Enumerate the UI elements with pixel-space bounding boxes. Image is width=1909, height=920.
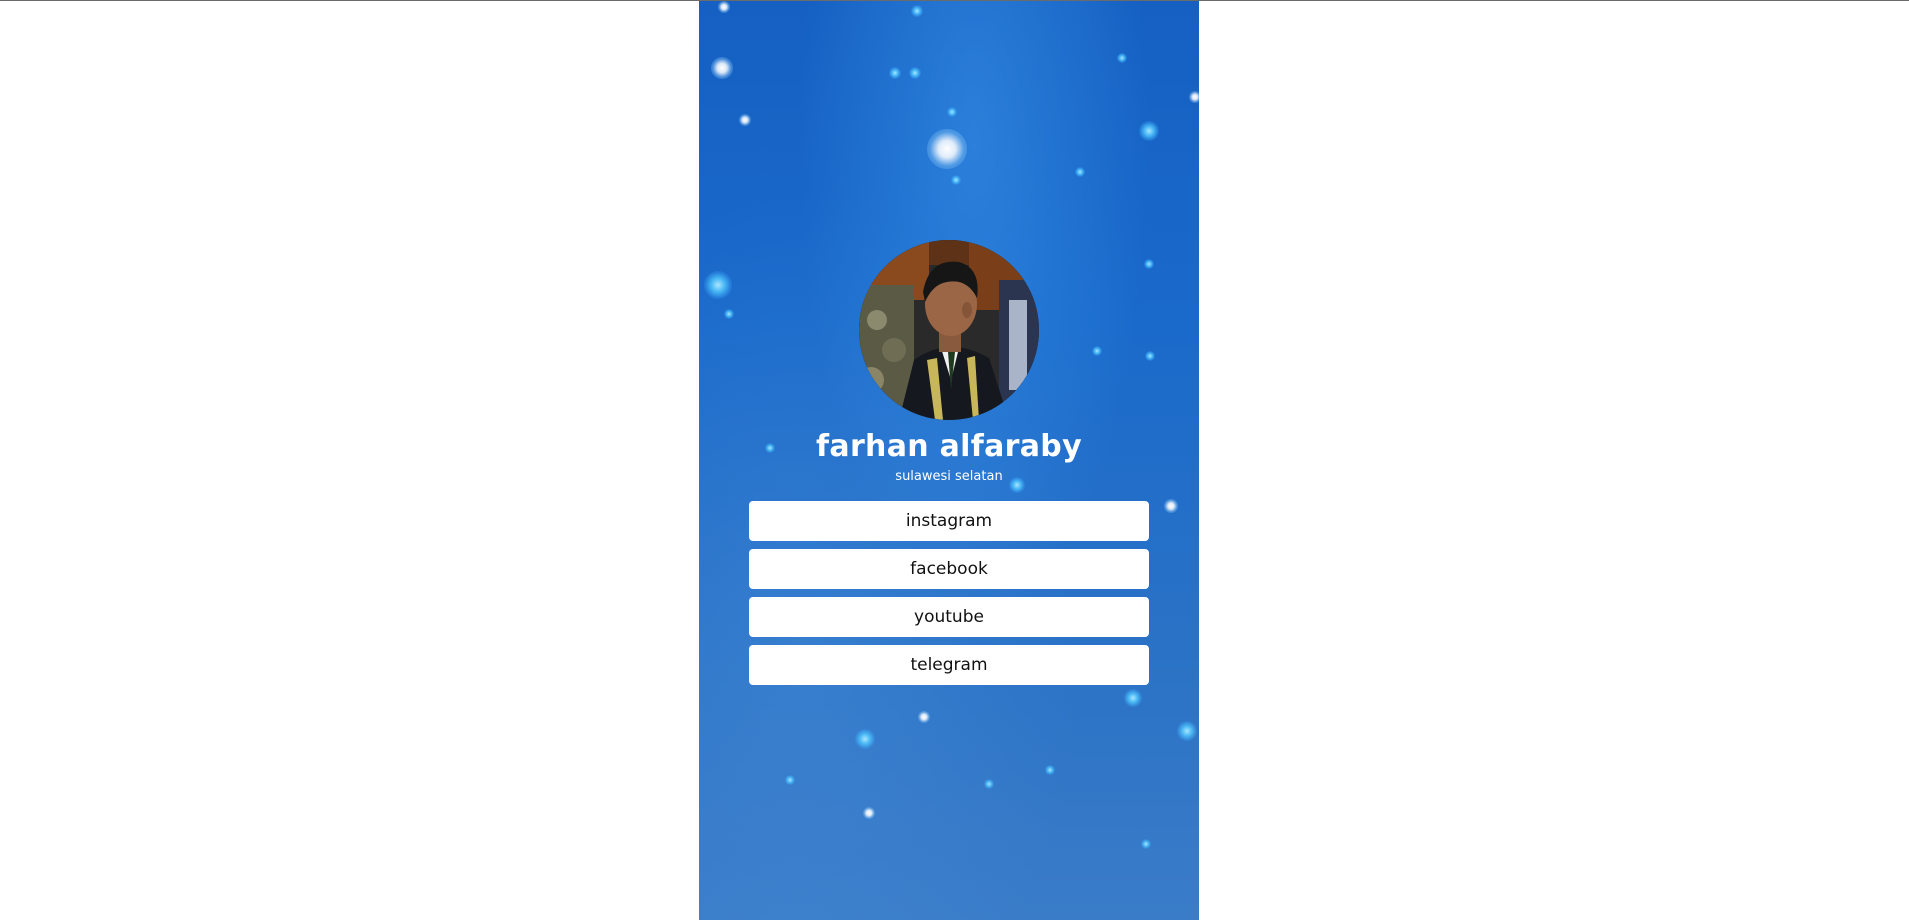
profile-avatar [859, 240, 1039, 420]
profile-panel: farhan alfaraby sulawesi selatan instagr… [699, 1, 1199, 920]
avatar-photo [859, 240, 1039, 420]
instagram-link-button[interactable]: instagram [749, 501, 1149, 541]
facebook-link-button[interactable]: facebook [749, 549, 1149, 589]
telegram-link-button[interactable]: telegram [749, 645, 1149, 685]
profile-location: sulawesi selatan [895, 469, 1003, 484]
profile-name: farhan alfaraby [816, 429, 1082, 464]
social-links-list: instagram facebook youtube telegram [749, 501, 1149, 693]
youtube-link-button[interactable]: youtube [749, 597, 1149, 637]
